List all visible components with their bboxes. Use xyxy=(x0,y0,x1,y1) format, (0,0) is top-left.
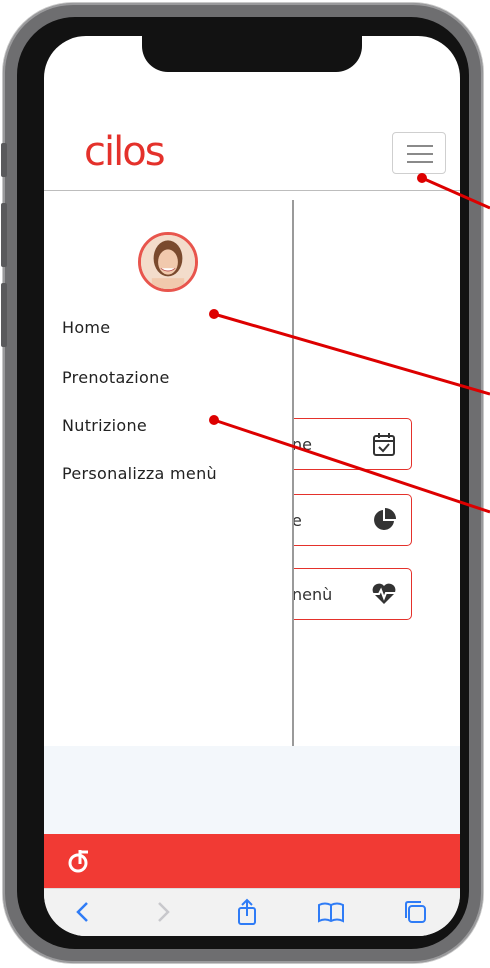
mute-switch xyxy=(1,143,7,177)
browser-toolbar xyxy=(44,888,460,936)
menu-item-personalizza-menu[interactable]: Personalizza menù xyxy=(62,464,217,483)
tabs-icon[interactable] xyxy=(400,897,430,927)
card-label: ne xyxy=(292,435,312,454)
app-logo-icon[interactable] xyxy=(66,848,92,874)
menu-item-home[interactable]: Home xyxy=(62,318,110,337)
calendar-check-icon xyxy=(373,433,395,456)
app-logo[interactable]: cilos xyxy=(84,132,166,172)
drawer-edge xyxy=(292,200,294,746)
card-personalizza-menu[interactable]: nenù xyxy=(292,568,412,620)
notch xyxy=(142,36,362,72)
card-nutrizione[interactable]: e xyxy=(292,494,412,546)
share-icon[interactable] xyxy=(232,897,262,927)
hamburger-menu-icon xyxy=(407,145,433,147)
volume-up-button xyxy=(1,203,7,267)
volume-down-button xyxy=(1,283,7,347)
card-prenotazione[interactable]: ne xyxy=(292,418,412,470)
app-footer-bar xyxy=(44,834,460,888)
hamburger-menu-button[interactable] xyxy=(392,132,446,174)
menu-item-prenotazione[interactable]: Prenotazione xyxy=(62,368,170,387)
forward-icon[interactable] xyxy=(148,897,178,927)
menu-item-nutrizione[interactable]: Nutrizione xyxy=(62,416,147,435)
heartbeat-icon xyxy=(372,583,396,604)
avatar-photo xyxy=(141,235,195,289)
back-icon[interactable] xyxy=(68,897,98,927)
screen: cilos ne e nenù Home Prenotazione Nutriz… xyxy=(44,36,460,936)
hamburger-line xyxy=(407,153,433,155)
card-label: nenù xyxy=(292,585,333,604)
pie-chart-icon xyxy=(374,508,396,530)
header-divider xyxy=(44,190,460,191)
user-avatar[interactable] xyxy=(138,232,198,292)
bookmarks-icon[interactable] xyxy=(316,897,346,927)
content-bottom-area xyxy=(44,746,460,836)
hamburger-line xyxy=(407,161,433,163)
